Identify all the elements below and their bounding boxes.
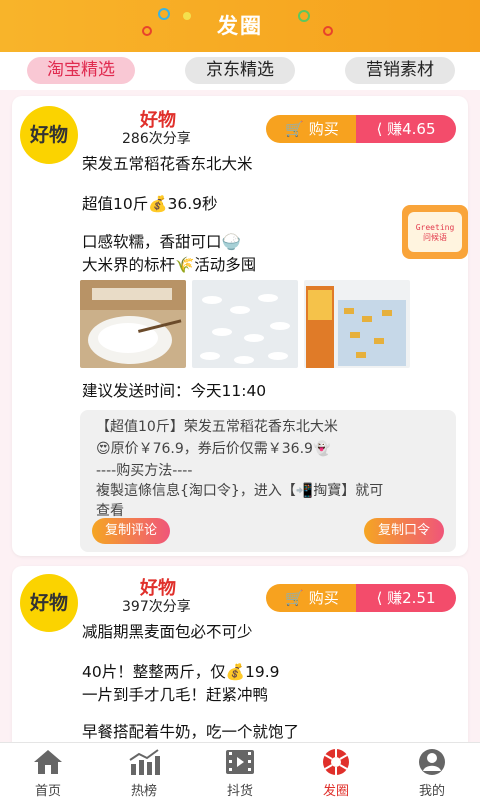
greeting-badge-inner: Greeting 问候语 xyxy=(408,212,462,252)
earn-label: 赚4.65 xyxy=(387,120,436,138)
avatar: 好物 xyxy=(20,574,78,632)
product-photo[interactable] xyxy=(304,280,410,368)
tab-taobao[interactable]: 淘宝精选 xyxy=(27,57,135,84)
category-tabs: 淘宝精选 京东精选 营销素材 xyxy=(0,52,480,90)
post-line: 40片！整整两斤，仅💰19.9 xyxy=(82,663,280,681)
buy-label: 购买 xyxy=(308,589,339,607)
chart-icon xyxy=(129,749,160,775)
send-time: 建议发送时间：今天11:40 xyxy=(82,382,267,400)
nav-mine[interactable]: 我的 xyxy=(384,743,480,800)
share-count: 397次分享 xyxy=(122,599,191,615)
share-earn-button[interactable]: ⟨ 赚2.51 xyxy=(356,584,456,612)
nav-label: 首页 xyxy=(34,784,61,799)
post-feed: 好物 好物 286次分享 🛒 购买 ⟨ 赚4.65 荣发五常稻花香东北大米 超值… xyxy=(0,90,480,742)
nav-video[interactable]: 抖货 xyxy=(192,743,288,800)
comment-line: 😍原价￥76.9，券后价仅需￥36.9👻 xyxy=(96,441,331,457)
video-icon xyxy=(226,750,254,774)
greeting-float-button[interactable]: Greeting 问候语 xyxy=(402,205,468,259)
nav-label: 抖货 xyxy=(226,784,253,799)
buy-button[interactable]: 🛒 购买 xyxy=(266,115,358,143)
user-icon xyxy=(419,749,445,775)
product-photo[interactable] xyxy=(80,280,186,368)
top-header: 发圈 xyxy=(0,0,480,52)
aperture-icon xyxy=(323,749,349,775)
share-icon: ⟨ xyxy=(376,120,383,138)
comment-line: 【超值10斤】荣发五常稻花香东北大米 xyxy=(96,419,338,435)
post-line: 口感软糯，香甜可口🍚 xyxy=(82,233,241,251)
page-title: 发圈 xyxy=(217,14,263,38)
nav-moments[interactable]: 发圈 xyxy=(288,743,384,800)
greeting-label-en: Greeting xyxy=(415,223,455,232)
nav-home[interactable]: 首页 xyxy=(0,743,96,800)
bottom-nav: 首页 热榜 抖货 发圈 我的 xyxy=(0,742,480,800)
nav-label: 我的 xyxy=(418,784,445,799)
post-line: 早餐搭配着牛奶，吃一个就饱了 xyxy=(82,723,300,741)
share-icon: ⟨ xyxy=(376,589,383,607)
post-card: 好物 好物 397次分享 🛒 购买 ⟨ 赚2.51 减脂期黑麦面包必不可少 40… xyxy=(12,566,468,742)
cart-icon: 🛒 xyxy=(285,120,304,138)
post-line: 大米界的标杆🌾活动多囤 xyxy=(82,256,257,274)
post-title: 减脂期黑麦面包必不可少 xyxy=(82,623,253,641)
copy-comment-button[interactable]: 复制评论 xyxy=(92,518,170,544)
comment-box: 【超值10斤】荣发五常稻花香东北大米 😍原价￥76.9，券后价仅需￥36.9👻 … xyxy=(80,410,456,552)
comment-line: 複製這條信息{淘口令}，进入【📲掏寶】就可 xyxy=(96,483,384,499)
nav-hot[interactable]: 热榜 xyxy=(96,743,192,800)
earn-label: 赚2.51 xyxy=(387,589,436,607)
nav-label: 热榜 xyxy=(130,784,157,799)
tab-marketing[interactable]: 营销素材 xyxy=(345,57,455,84)
buy-button[interactable]: 🛒 购买 xyxy=(266,584,358,612)
share-earn-button[interactable]: ⟨ 赚4.65 xyxy=(356,115,456,143)
cart-icon: 🛒 xyxy=(285,589,304,607)
comment-line: ----购买方法---- xyxy=(96,463,193,479)
buy-label: 购买 xyxy=(308,120,339,138)
home-icon xyxy=(34,750,62,774)
post-line: 一片到手才几毛！赶紧冲鸭 xyxy=(82,686,269,704)
tab-jd[interactable]: 京东精选 xyxy=(185,57,295,84)
share-count: 286次分享 xyxy=(122,131,191,147)
post-line: 超值10斤💰36.9秒 xyxy=(82,195,218,213)
post-title: 荣发五常稻花香东北大米 xyxy=(82,155,253,173)
post-card: 好物 好物 286次分享 🛒 购买 ⟨ 赚4.65 荣发五常稻花香东北大米 超值… xyxy=(12,96,468,556)
comment-line: 查看 xyxy=(96,503,124,519)
nav-label: 发圈 xyxy=(322,784,349,799)
copy-code-button[interactable]: 复制口令 xyxy=(364,518,444,544)
avatar: 好物 xyxy=(20,106,78,164)
product-photo[interactable] xyxy=(192,280,298,368)
greeting-label-cn: 问候语 xyxy=(423,233,447,242)
